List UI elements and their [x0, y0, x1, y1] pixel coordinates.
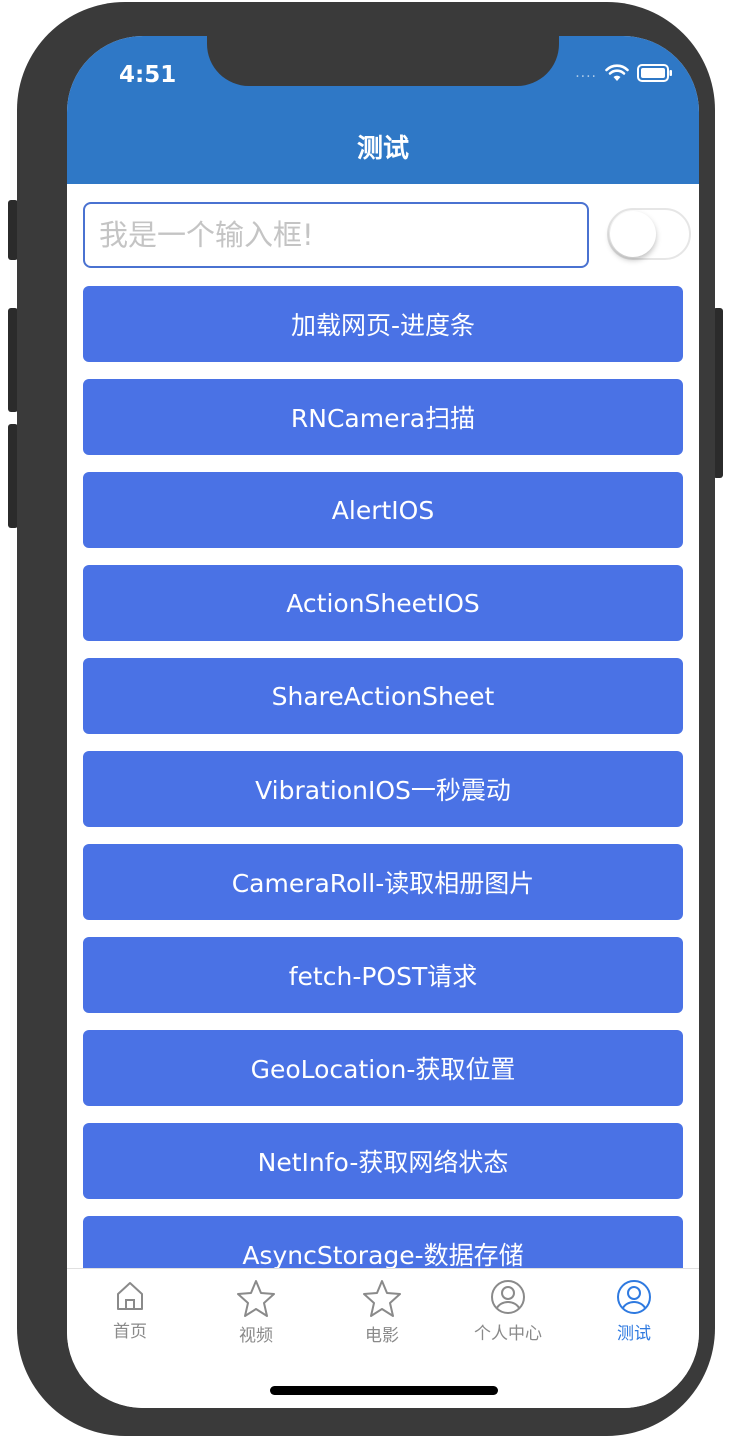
- star-icon: [237, 1280, 275, 1317]
- tab-label: 首页: [113, 1322, 147, 1342]
- tab-label: 测试: [617, 1324, 651, 1344]
- toggle-knob: [610, 211, 656, 257]
- status-icons: ....: [575, 64, 673, 82]
- tab-test[interactable]: 测试: [571, 1279, 697, 1344]
- tab-label: 电影: [365, 1326, 399, 1346]
- button-shareactionsheet[interactable]: ShareActionSheet: [83, 658, 683, 734]
- battery-icon: [637, 64, 672, 82]
- home-icon: [117, 1282, 143, 1310]
- button-netinfo[interactable]: NetInfo-获取网络状态: [83, 1123, 683, 1199]
- button-alertios[interactable]: AlertIOS: [83, 472, 683, 548]
- person-icon: [617, 1280, 651, 1314]
- notch: [207, 36, 559, 86]
- status-time: 4:51: [119, 62, 177, 88]
- tab-home[interactable]: 首页: [67, 1279, 193, 1342]
- input-row: [83, 202, 691, 270]
- wifi-icon: [605, 64, 629, 81]
- button-geolocation[interactable]: GeoLocation-获取位置: [83, 1030, 683, 1106]
- person-icon: [491, 1280, 525, 1314]
- signal-dots-icon: ....: [575, 65, 597, 81]
- tab-label: 个人中心: [474, 1324, 542, 1344]
- tab-profile[interactable]: 个人中心: [445, 1279, 571, 1344]
- button-webview-progress[interactable]: 加载网页-进度条: [83, 286, 683, 362]
- star-icon: [363, 1280, 401, 1317]
- phone-frame: 4:51 .... 测试 加: [17, 2, 715, 1436]
- page-title: 测试: [356, 134, 409, 164]
- button-actionsheetios[interactable]: ActionSheetIOS: [83, 565, 683, 641]
- button-fetch-post[interactable]: fetch-POST请求: [83, 937, 683, 1013]
- screen: 4:51 .... 测试 加: [67, 36, 699, 1408]
- tab-label: 视频: [239, 1326, 273, 1346]
- button-rncamera-scan[interactable]: RNCamera扫描: [83, 379, 683, 455]
- tab-movie[interactable]: 电影: [319, 1279, 445, 1346]
- home-indicator: [270, 1386, 498, 1395]
- toggle-switch[interactable]: [607, 208, 691, 260]
- button-cameraroll[interactable]: CameraRoll-读取相册图片: [83, 844, 683, 920]
- tab-video[interactable]: 视频: [193, 1279, 319, 1346]
- button-vibrationios[interactable]: VibrationIOS一秒震动: [83, 751, 683, 827]
- text-input[interactable]: [83, 202, 589, 268]
